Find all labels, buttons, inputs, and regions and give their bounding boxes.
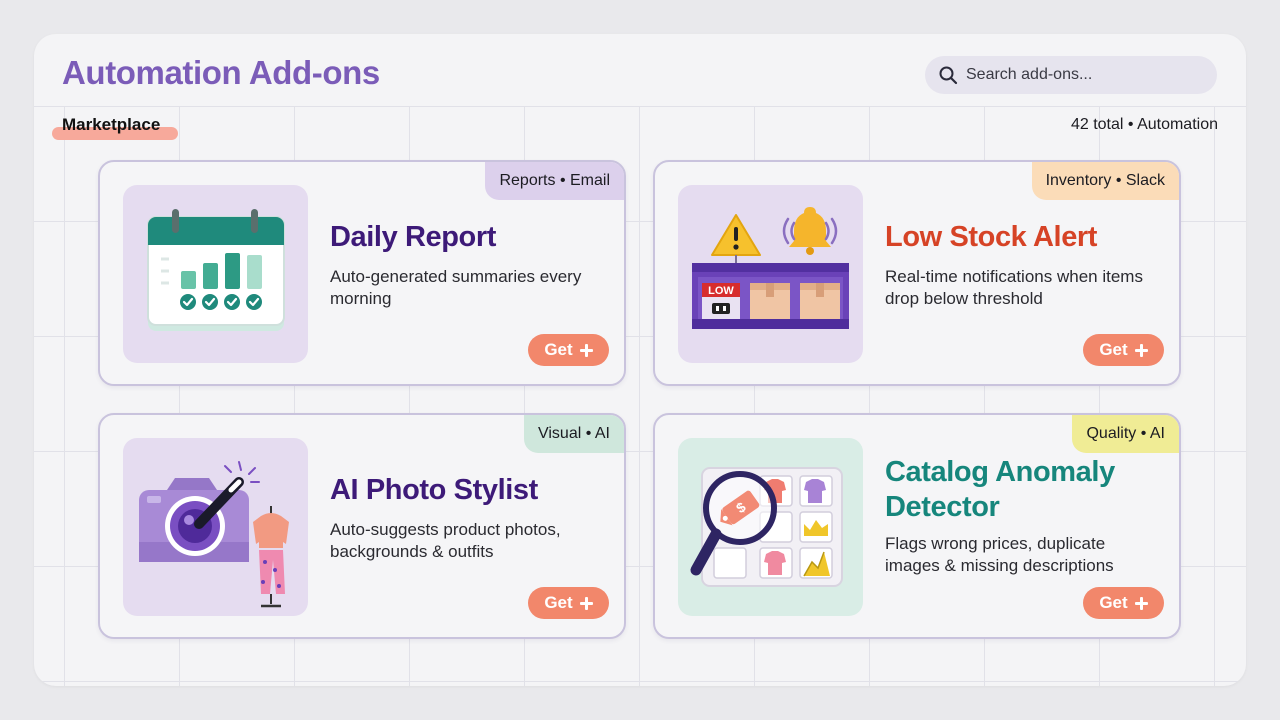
addons-panel: Automation Add-ons Marketplace 42 total …: [34, 34, 1246, 686]
get-button-label: Get: [544, 593, 573, 612]
card-title: Catalog Anomaly Detector: [885, 456, 1115, 523]
search-input[interactable]: [966, 66, 1206, 84]
get-button-label: Get: [544, 340, 573, 359]
addon-card-daily-report[interactable]: Reports • Email Daily Report Auto-genera…: [98, 160, 626, 386]
calendar-chart-icon: [123, 185, 308, 363]
card-description: Flags wrong prices, duplicate images & m…: [885, 534, 1114, 575]
low-sign-text: LOW: [708, 285, 734, 297]
magnifier-catalog-icon: $: [678, 438, 863, 616]
card-title: Daily Report: [330, 221, 497, 253]
get-button-label: Get: [1099, 340, 1128, 359]
card-title: Low Stock Alert: [885, 221, 1098, 253]
get-button[interactable]: Get: [528, 587, 609, 619]
page-title: Automation Add-ons: [62, 54, 380, 91]
addon-card-catalog-anomaly-detector[interactable]: Quality • AI $ Catalog Anomaly Detector …: [653, 413, 1181, 639]
get-button-label: Get: [1099, 593, 1128, 612]
card-description: Auto-generated summaries every morning: [330, 267, 582, 308]
plus-icon: [1134, 343, 1148, 357]
section-label: Marketplace: [62, 115, 161, 134]
search-icon: [939, 66, 958, 85]
search-bar[interactable]: [925, 56, 1217, 94]
card-tag: Visual • AI: [523, 415, 624, 453]
plus-icon: [1134, 596, 1148, 610]
total-count: 42 total • Automation: [1070, 116, 1218, 133]
card-tag: Inventory • Slack: [1031, 162, 1179, 200]
addon-card-ai-photo-stylist[interactable]: Visual • AI AI Photo Stylist Auto-sugges…: [98, 413, 626, 639]
camera-wand-icon: [123, 438, 308, 616]
get-button[interactable]: Get: [1083, 587, 1164, 619]
card-description: Auto-suggests product photos, background…: [330, 520, 561, 561]
get-button[interactable]: Get: [528, 334, 609, 366]
get-button[interactable]: Get: [1083, 334, 1164, 366]
low-stock-shelf-icon: LOW: [678, 185, 863, 363]
card-title: AI Photo Stylist: [330, 474, 538, 506]
plus-icon: [579, 596, 593, 610]
card-tag: Quality • AI: [1072, 415, 1179, 453]
card-description: Real-time notifications when items drop …: [885, 267, 1143, 308]
addon-card-low-stock-alert[interactable]: Inventory • Slack LOW Low Stock Alert Re…: [653, 160, 1181, 386]
plus-icon: [579, 343, 593, 357]
card-tag: Reports • Email: [485, 162, 624, 200]
